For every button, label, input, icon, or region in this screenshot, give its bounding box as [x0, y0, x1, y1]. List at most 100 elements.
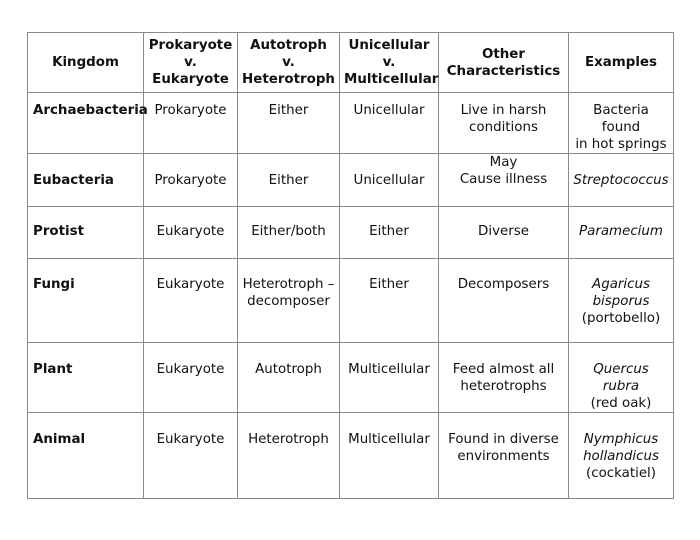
- table-row: Fungi Eukaryote Heterotroph – decomposer Eit…: [27, 258, 674, 343]
- characteristic-line: Feed almost all: [452, 362, 555, 377]
- cell-text: Either: [369, 277, 409, 292]
- cell-text: Archaebacteria: [33, 103, 148, 118]
- table-row: Protist Eukaryote Either/both Either Diverse…: [27, 206, 674, 259]
- example-line: Nymphicus: [583, 432, 659, 447]
- cell-type-cell: Prokaryote: [143, 92, 238, 154]
- cell-text: Prokaryote: [154, 172, 227, 188]
- header-line: Other: [481, 46, 525, 62]
- nutrition-cell: Heterotroph – decomposer: [237, 258, 340, 343]
- cell-type-cell: Eukaryote: [143, 412, 238, 499]
- other-characteristics-cell: Live in harsh conditions: [438, 92, 569, 154]
- cell-type-cell: Prokaryote: [143, 153, 238, 207]
- cell-text: Animal: [33, 432, 86, 447]
- header-row: Kingdom Prokaryote v. Eukaryote Autotroph v…: [27, 32, 674, 93]
- characteristic-line: Diverse: [478, 224, 529, 239]
- cell-text: Plant: [33, 362, 73, 377]
- cellularity-cell: Either: [339, 258, 439, 343]
- cell-text: Unicellular: [353, 172, 425, 188]
- cell-text: Eukaryote: [156, 224, 225, 239]
- cell-text: Prokaryote: [154, 103, 227, 118]
- examples-cell: Paramecium: [568, 206, 674, 259]
- example-line: (cockatiel): [585, 466, 657, 481]
- examples-cell: Streptococcus: [568, 153, 674, 207]
- cell-type-cell: Eukaryote: [143, 342, 238, 413]
- header-line: Autotroph: [250, 38, 327, 53]
- nutrition-cell: Either: [237, 92, 340, 154]
- kingdom-table: Kingdom Prokaryote v. Eukaryote Autotroph v…: [27, 32, 674, 499]
- header-other-characteristics: Other Characteristics: [438, 32, 569, 93]
- characteristic-line: Live in harsh: [460, 103, 547, 118]
- cell-text: Protist: [33, 224, 84, 239]
- example-line: bisporus: [592, 294, 650, 309]
- cellularity-cell: Multicellular: [339, 412, 439, 499]
- other-characteristics-cell: Found in diverse environments: [438, 412, 569, 499]
- examples-cell: Agaricus bisporus (portobello): [568, 258, 674, 343]
- characteristic-line: heterotrophs: [460, 379, 547, 394]
- example-line: (red oak): [590, 396, 652, 411]
- characteristic-line: Cause illness: [459, 172, 548, 187]
- characteristic-line: May: [489, 155, 518, 170]
- nutrition-cell: Heterotroph: [237, 412, 340, 499]
- example-line: Agaricus: [592, 277, 650, 292]
- cell-text: Heterotroph –: [242, 277, 335, 292]
- header-line: Kingdom: [52, 55, 119, 70]
- header-line: v.: [382, 55, 396, 70]
- cellularity-cell: Unicellular: [339, 153, 439, 207]
- examples-cell: Quercus rubra (red oak): [568, 342, 674, 413]
- header-autotroph-heterotroph: Autotroph v. Heterotroph: [237, 32, 340, 93]
- cell-type-cell: Eukaryote: [143, 206, 238, 259]
- examples-cell: Bacteria found in hot springs: [568, 92, 674, 154]
- cell-text: Autotroph: [255, 362, 322, 377]
- nutrition-cell: Either/both: [237, 206, 340, 259]
- header-line: Unicellular: [348, 38, 430, 53]
- other-characteristics-cell: Feed almost all heterotrophs: [438, 342, 569, 413]
- kingdom-cell: Archaebacteria: [27, 92, 148, 154]
- cell-text: Fungi: [33, 277, 75, 292]
- characteristic-line: conditions: [469, 120, 538, 135]
- header-line: Characteristics: [446, 63, 561, 79]
- table-row: Archaebacteria Prokaryote Either Unicellula…: [27, 92, 674, 154]
- header-kingdom: Kingdom: [27, 32, 144, 93]
- characteristic-line: Found in diverse: [448, 432, 559, 447]
- example-line: Quercus rubra: [593, 362, 649, 394]
- example-line: Streptococcus: [573, 172, 669, 188]
- cell-text: Eukaryote: [156, 432, 225, 447]
- other-characteristics-cell: Decomposers: [438, 258, 569, 343]
- header-line: v.: [282, 55, 295, 70]
- characteristic-line: environments: [457, 449, 550, 464]
- cell-text: decomposer: [247, 294, 330, 309]
- example-line: Paramecium: [579, 224, 663, 239]
- nutrition-cell: Autotroph: [237, 342, 340, 413]
- cellularity-cell: Multicellular: [339, 342, 439, 413]
- cellularity-cell: Either: [339, 206, 439, 259]
- header-line: Heterotroph: [242, 72, 335, 87]
- cell-text: Eukaryote: [156, 362, 225, 377]
- cell-text: Either: [268, 103, 309, 118]
- kingdom-cell: Fungi: [27, 258, 144, 343]
- cell-text: Either: [369, 224, 409, 239]
- header-line: Prokaryote: [148, 38, 233, 53]
- kingdom-cell: Protist: [27, 206, 144, 259]
- cell-type-cell: Eukaryote: [143, 258, 238, 343]
- cell-text: Eubacteria: [33, 172, 114, 188]
- table-row: Eubacteria Prokaryote Either Unicellular May…: [27, 153, 674, 207]
- kingdom-cell: Eubacteria: [27, 153, 144, 207]
- examples-cell: Nymphicus hollandicus (cockatiel): [568, 412, 674, 499]
- example-line: hollandicus: [583, 449, 659, 464]
- other-characteristics-cell: May Cause illness: [438, 153, 569, 207]
- table-row: Animal Eukaryote Heterotroph Multicellular F…: [27, 412, 674, 499]
- header-unicellular-multicellular: Unicellular v. Multicellular: [339, 32, 439, 93]
- table-row: Plant Eukaryote Autotroph Multicellular Feed…: [27, 342, 674, 413]
- cell-text: Multicellular: [348, 362, 430, 377]
- header-line: Eukaryote: [152, 72, 229, 87]
- other-characteristics-cell: Diverse: [438, 206, 569, 259]
- cell-text: Heterotroph: [248, 432, 329, 447]
- characteristic-line: Decomposers: [457, 277, 550, 292]
- example-line: in hot springs: [575, 137, 667, 152]
- cell-text: Either/both: [251, 224, 326, 239]
- example-line: (portobello): [581, 311, 661, 326]
- header-line: Examples: [584, 55, 657, 70]
- header-line: Multicellular: [344, 72, 439, 87]
- header-line: v.: [184, 55, 197, 70]
- cell-text: Eukaryote: [156, 277, 225, 292]
